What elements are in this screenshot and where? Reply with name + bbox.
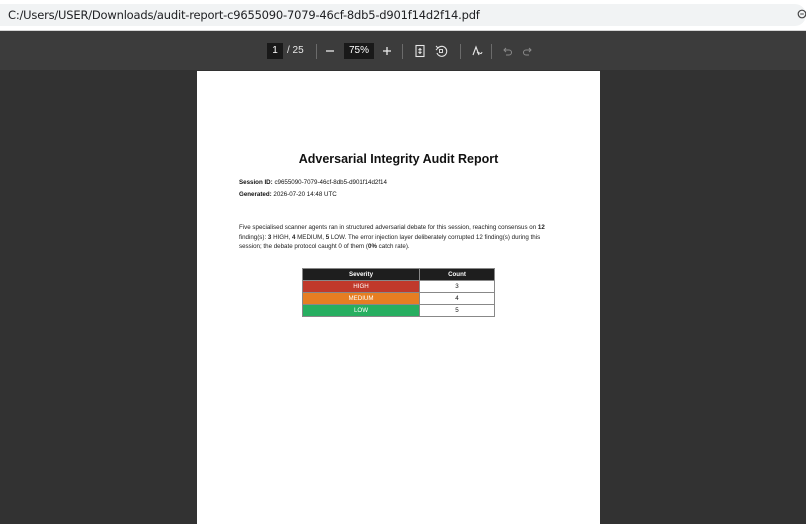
table-row: HIGH 3 bbox=[302, 280, 495, 293]
session-id-value: c9655090-7079-46cf-8db5-d901f14d2f14 bbox=[274, 179, 387, 186]
toolbar-divider bbox=[316, 44, 317, 59]
summary-paragraph: Five specialised scanner agents ran in s… bbox=[239, 224, 545, 251]
severity-cell-medium: MEDIUM bbox=[302, 292, 420, 305]
page-number-input[interactable]: 1 bbox=[267, 43, 283, 59]
count-cell: 3 bbox=[419, 280, 495, 293]
pdf-page: Adversarial Integrity Audit Report Sessi… bbox=[197, 71, 600, 524]
fit-page-icon[interactable] bbox=[411, 42, 429, 60]
table-row: MEDIUM 4 bbox=[302, 292, 495, 305]
count-header: Count bbox=[419, 268, 495, 281]
zoom-in-button[interactable] bbox=[378, 42, 396, 60]
generated-value: 2026-07-20 14:48 UTC bbox=[273, 191, 337, 198]
count-cell: 5 bbox=[419, 304, 495, 317]
page-total: / 25 bbox=[287, 45, 304, 56]
zoom-out-button[interactable] bbox=[321, 42, 339, 60]
generated-label: Generated: bbox=[239, 191, 272, 198]
undo-icon[interactable] bbox=[498, 42, 516, 60]
generated-line: Generated: 2026-07-20 14:48 UTC bbox=[239, 191, 337, 198]
severity-cell-high: HIGH bbox=[302, 280, 420, 293]
severity-header: Severity bbox=[302, 268, 420, 281]
redo-icon[interactable] bbox=[519, 42, 537, 60]
toolbar-divider bbox=[402, 44, 403, 59]
url-text: C:/Users/USER/Downloads/audit-report-c96… bbox=[8, 8, 480, 22]
url-field[interactable]: C:/Users/USER/Downloads/audit-report-c96… bbox=[0, 4, 806, 26]
session-id-label: Session ID: bbox=[239, 179, 273, 186]
severity-table: Severity Count HIGH 3 MEDIUM 4 LOW 5 bbox=[302, 268, 495, 317]
zoom-indicator-icon[interactable] bbox=[796, 8, 806, 22]
draw-icon[interactable] bbox=[468, 42, 486, 60]
document-title: Adversarial Integrity Audit Report bbox=[298, 152, 499, 166]
pdf-toolbar: 1 / 25 75% bbox=[0, 31, 806, 70]
zoom-level-input[interactable]: 75% bbox=[344, 43, 374, 59]
table-header-row: Severity Count bbox=[302, 268, 495, 281]
table-row: LOW 5 bbox=[302, 304, 495, 317]
count-cell: 4 bbox=[419, 292, 495, 305]
rotate-icon[interactable] bbox=[432, 42, 450, 60]
session-id-line: Session ID: c9655090-7079-46cf-8db5-d901… bbox=[239, 179, 387, 186]
toolbar-divider bbox=[491, 44, 492, 59]
severity-cell-low: LOW bbox=[302, 304, 420, 317]
toolbar-divider bbox=[460, 44, 461, 59]
address-bar: C:/Users/USER/Downloads/audit-report-c96… bbox=[0, 0, 806, 31]
